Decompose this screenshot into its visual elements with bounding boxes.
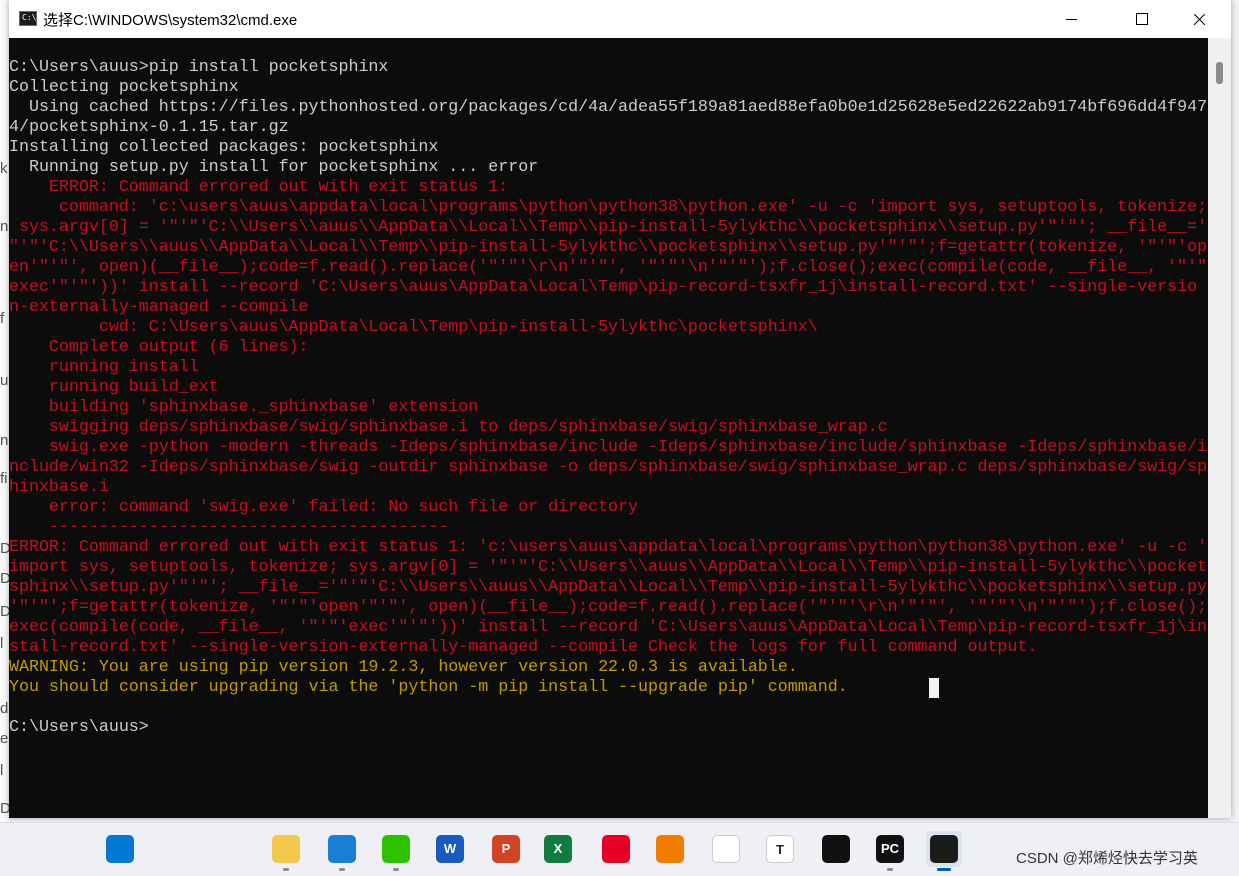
- aurix-icon: [656, 835, 684, 863]
- console-line: cwd: C:\Users\auus\AppData\Local\Temp\pi…: [9, 318, 818, 337]
- console-line: swig.exe -python -modern -threads -Ideps…: [9, 438, 1208, 457]
- app-black-button[interactable]: [818, 831, 854, 867]
- console-lines: C:\Users\auus>pip install pocketsphinx Co…: [9, 58, 1208, 738]
- pycharm-button[interactable]: PC: [872, 831, 908, 871]
- netease-music-icon: [602, 835, 630, 863]
- console-line: Collecting pocketsphinx: [9, 78, 239, 97]
- running-indicator: [887, 868, 893, 871]
- terminal-icon: [930, 835, 958, 863]
- folder-icon: [272, 835, 300, 863]
- cmd-app-icon-label: C:\_: [22, 13, 42, 22]
- console-line: WARNING: You are using pip version 19.2.…: [9, 658, 798, 677]
- chrome-button[interactable]: [708, 831, 744, 867]
- diamond-app-icon: [822, 835, 850, 863]
- excel-icon: X: [544, 835, 572, 863]
- console-line: n-externally-managed --compile: [9, 298, 309, 317]
- console-line: C:\Users\auus>pip install pocketsphinx: [9, 58, 389, 77]
- text-cursor: [929, 678, 939, 698]
- console-line: ----------------------------------------: [9, 518, 449, 537]
- close-button[interactable]: [1177, 0, 1223, 38]
- console-line: running install: [9, 358, 199, 377]
- cmd-window: C:\_ 选择C:\WINDOWS\system32\cmd.exe C:\Us…: [9, 0, 1231, 818]
- windows-logo-icon: [106, 835, 134, 863]
- console-line: '"'"';f=getattr(tokenize, '"'"'open'"'"'…: [9, 598, 1208, 617]
- cmd-button[interactable]: [926, 831, 962, 871]
- console-line: Installing collected packages: pocketsph…: [9, 138, 439, 157]
- console-line: stall-record.txt' --single-version-exter…: [9, 638, 1038, 657]
- scrollbar-thumb[interactable]: [1216, 62, 1223, 84]
- word-icon: W: [436, 835, 464, 863]
- running-indicator: [283, 868, 289, 871]
- console-line: sphinx\\setup.py'"'"'; __file__='"'"'C:\…: [9, 578, 1208, 597]
- console-line: import sys, setuptools, tokenize; sys.ar…: [9, 558, 1208, 577]
- console-line: error: command 'swig.exe' failed: No suc…: [9, 498, 639, 517]
- console-line: Using cached https://files.pythonhosted.…: [9, 98, 1208, 117]
- console-line: nclude/win32 -Ideps/sphinxbase/swig -out…: [9, 458, 1208, 477]
- running-indicator: [937, 868, 951, 871]
- search-button[interactable]: [158, 831, 194, 867]
- console-line: running build_ext: [9, 378, 219, 397]
- console-line: 4/pocketsphinx-0.1.15.tar.gz: [9, 118, 289, 137]
- ime-indicator[interactable]: 英: [1183, 850, 1198, 867]
- watermark-text: CSDN @郑烯烃快去学习: [1016, 850, 1183, 867]
- console-output[interactable]: C:\Users\auus>pip install pocketsphinx Co…: [9, 38, 1208, 818]
- console-line: ERROR: Command errored out with exit sta…: [9, 178, 509, 197]
- console-line: C:\Users\auus>: [9, 718, 149, 737]
- netease-music-button[interactable]: [598, 831, 634, 867]
- taskbar: W P X T PC CSDN @郑烯烃快去学习英: [0, 822, 1239, 876]
- console-line: exec(compile(code, __file__, '"'"'exec'"…: [9, 618, 1208, 637]
- typora-button[interactable]: T: [762, 831, 798, 867]
- maximize-button[interactable]: [1118, 0, 1164, 38]
- aurix-button[interactable]: [652, 831, 688, 867]
- powerpoint-icon: P: [492, 835, 520, 863]
- console-line: sys.argv[0] = '"'"'C:\\Users\\auus\\AppD…: [9, 218, 1208, 237]
- console-line: ERROR: Command errored out with exit sta…: [9, 538, 1208, 557]
- start-button[interactable]: [102, 831, 138, 867]
- task-view-button[interactable]: [214, 831, 250, 867]
- minimize-button[interactable]: [1049, 0, 1095, 38]
- console-line: swigging deps/sphinxbase/swig/sphinxbase…: [9, 418, 888, 437]
- console-line: building 'sphinxbase._sphinxbase' extens…: [9, 398, 479, 417]
- console-line: exec'"'"'))' install --record 'C:\Users\…: [9, 278, 1198, 297]
- vertical-scrollbar[interactable]: [1208, 38, 1231, 818]
- excel-button[interactable]: X: [540, 831, 576, 867]
- task-view-icon: [218, 835, 246, 863]
- console-line: en'"'"', open)(__file__);code=f.read().r…: [9, 258, 1208, 277]
- running-indicator: [393, 868, 399, 871]
- console-line: Running setup.py install for pocketsphin…: [9, 158, 539, 177]
- wechat-button[interactable]: [378, 831, 414, 871]
- wechat-icon: [382, 835, 410, 863]
- console-line: "'"'C:\\Users\\auus\\AppData\\Local\\Tem…: [9, 238, 1208, 257]
- console-line: Complete output (6 lines):: [9, 338, 309, 357]
- console-line: command: 'c:\users\auus\appdata\local\pr…: [9, 198, 1208, 217]
- word-button[interactable]: W: [432, 831, 468, 867]
- csdn-watermark: CSDN @郑烯烃快去学习英: [1016, 847, 1198, 868]
- search-icon: [162, 835, 190, 863]
- chrome-icon: [712, 835, 740, 863]
- powerpoint-button[interactable]: P: [488, 831, 524, 867]
- typora-icon: T: [766, 835, 794, 863]
- running-indicator: [339, 868, 345, 871]
- vscode-button[interactable]: [324, 831, 360, 871]
- console-line: You should consider upgrading via the 'p…: [9, 678, 848, 697]
- cmd-app-icon[interactable]: C:\_: [19, 11, 41, 26]
- vscode-icon: [328, 835, 356, 863]
- file-explorer-button[interactable]: [268, 831, 304, 871]
- pycharm-icon: PC: [876, 835, 904, 863]
- console-line: hinxbase.i: [9, 478, 109, 497]
- title-bar[interactable]: C:\_ 选择C:\WINDOWS\system32\cmd.exe: [9, 0, 1231, 38]
- window-title: 选择C:\WINDOWS\system32\cmd.exe: [43, 12, 298, 29]
